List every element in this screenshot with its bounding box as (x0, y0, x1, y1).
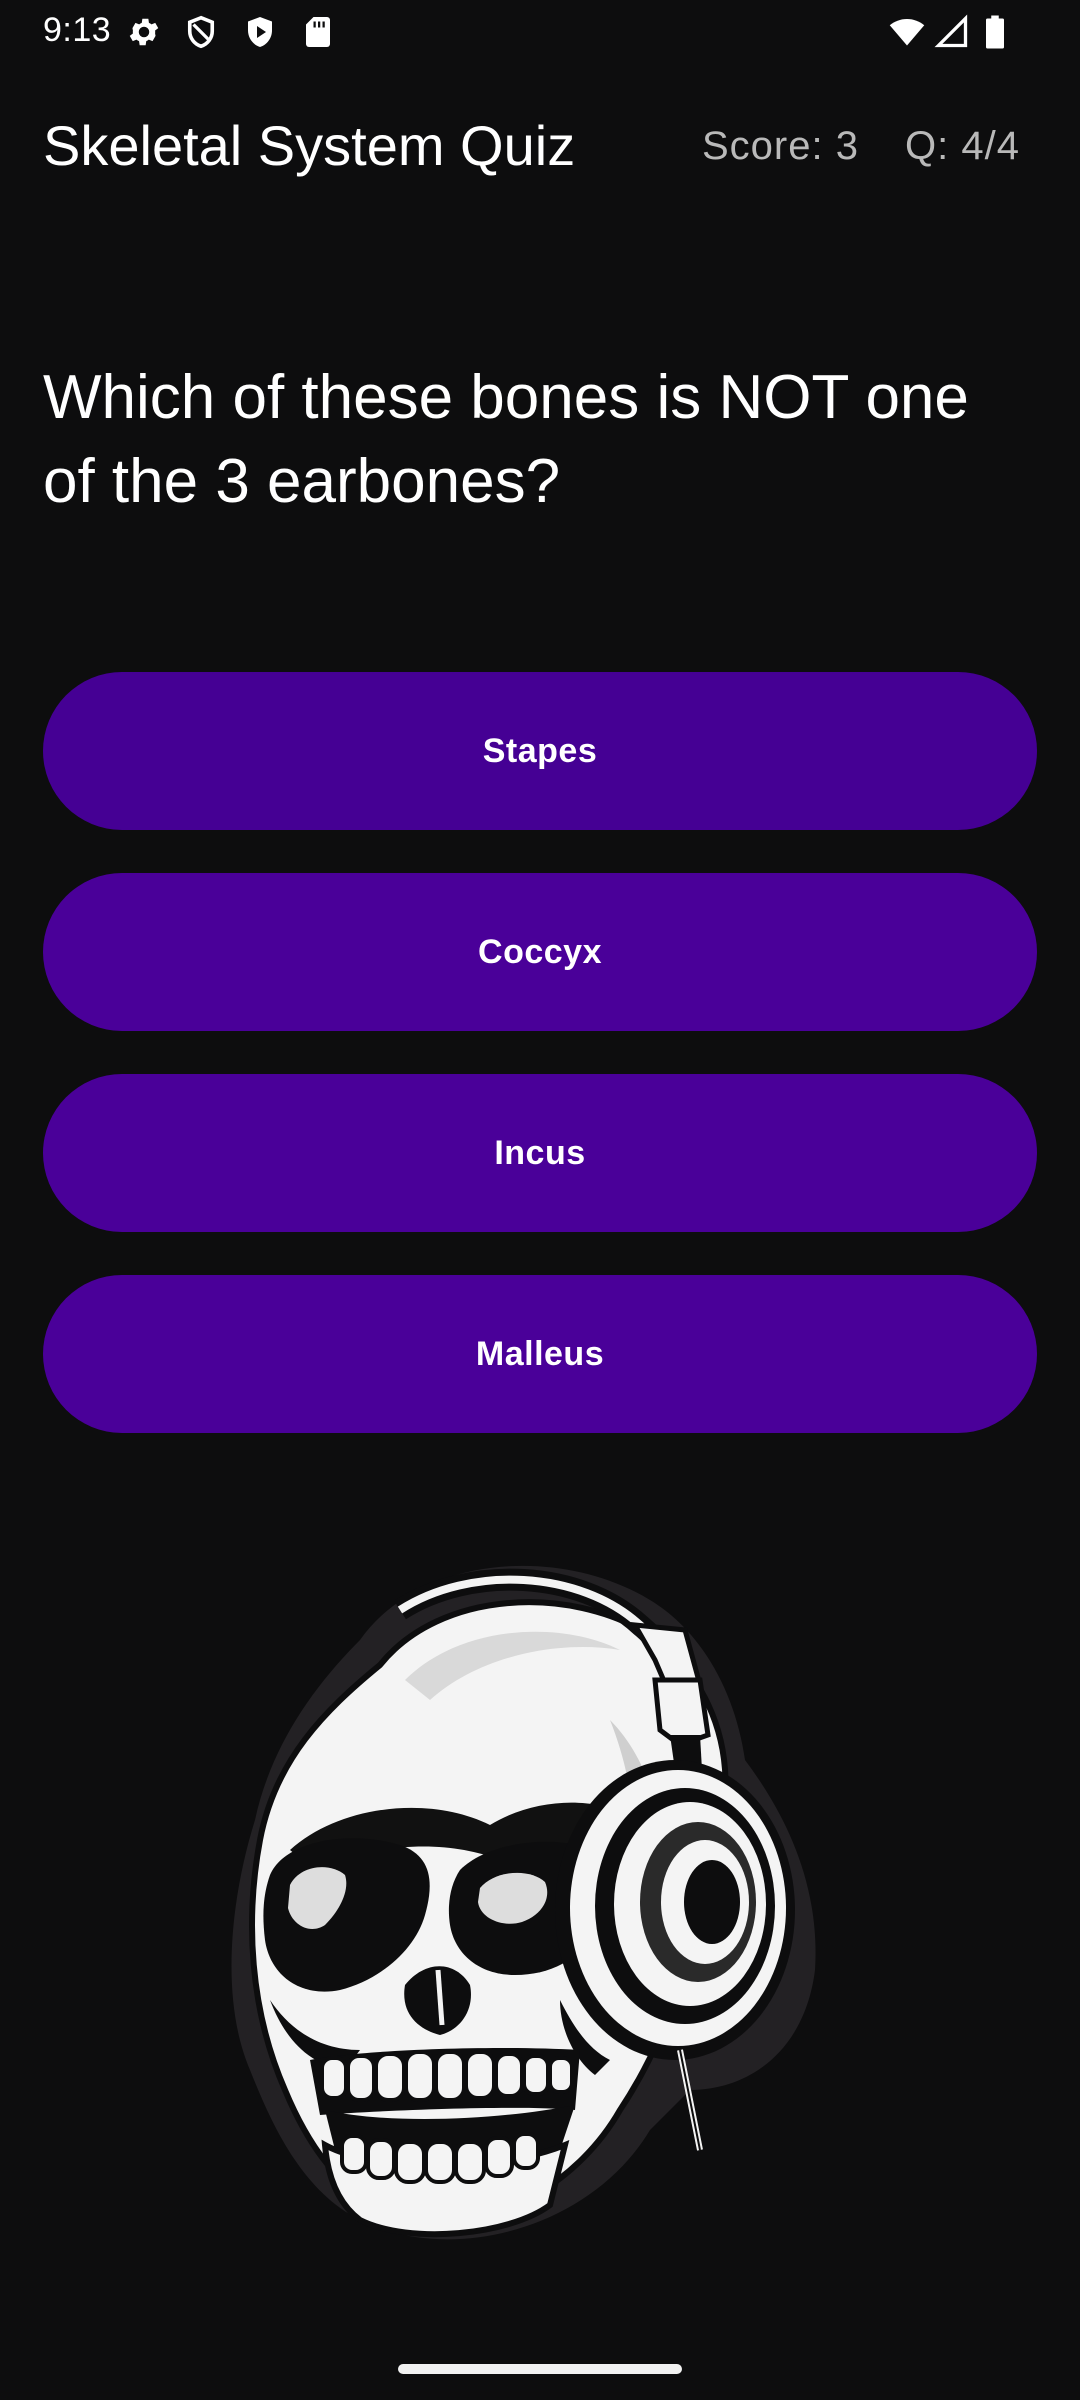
question-text: Which of these bones is NOT one of the 3… (43, 363, 969, 516)
app-title: Skeletal System Quiz (43, 114, 576, 177)
status-bar: 9:13 (0, 0, 1080, 64)
wifi-icon (888, 14, 926, 50)
answer-button-1[interactable]: Stapes (43, 672, 1037, 830)
cell-signal-icon (934, 14, 970, 50)
gesture-nav-handle[interactable] (398, 2364, 682, 2374)
battery-icon (982, 14, 1008, 50)
score-label: Score: 3 (702, 124, 859, 168)
shield-icon (183, 14, 219, 50)
skull-headphones-illustration (230, 1530, 850, 2250)
answer-button-3[interactable]: Incus (43, 1074, 1037, 1232)
status-time: 9:13 (43, 11, 112, 49)
settings-icon (126, 14, 162, 50)
sd-card-icon (300, 14, 336, 50)
answer-button-2[interactable]: Coccyx (43, 873, 1037, 1031)
play-protect-icon (242, 14, 278, 50)
answer-button-4[interactable]: Malleus (43, 1275, 1037, 1433)
question-counter: Q: 4/4 (905, 124, 1020, 168)
